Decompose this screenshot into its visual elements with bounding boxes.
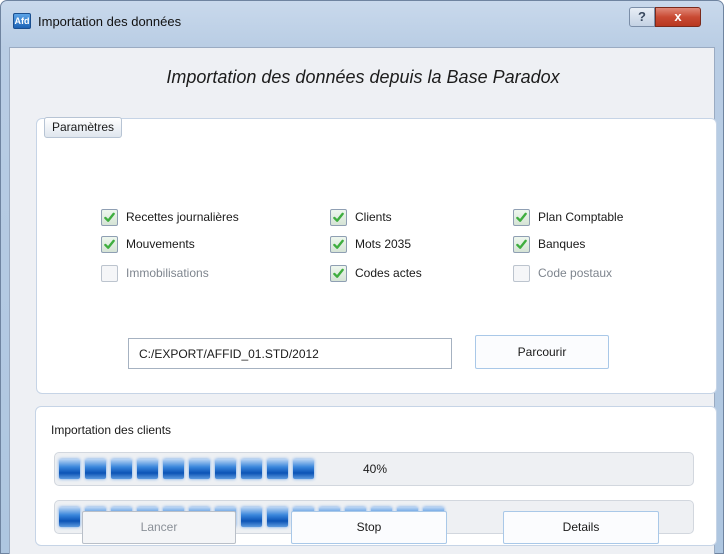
checkmark-icon (333, 212, 344, 222)
checkbox-box (101, 264, 118, 282)
checkbox-label: Clients (355, 210, 392, 224)
progress-percent: 40% (362, 462, 388, 476)
checkbox-banques[interactable]: Banques (513, 235, 585, 253)
launch-button[interactable]: Lancer (82, 511, 236, 544)
checkbox-label: Banques (538, 237, 586, 251)
checkbox-label: Mouvements (126, 237, 195, 251)
stop-button[interactable]: Stop (291, 511, 447, 544)
checkbox-code-postaux: Code postaux (513, 264, 612, 282)
page-title: Importation des données depuis la Base P… (166, 67, 560, 87)
parameters-panel: Paramètres Recettes journalières Mouveme… (36, 117, 717, 394)
checkbox-recettes-journalieres[interactable]: Recettes journalières (101, 208, 239, 226)
checkbox-label: Codes actes (355, 266, 422, 280)
path-input[interactable] (128, 338, 452, 369)
close-button[interactable]: x (655, 7, 701, 27)
checkbox-plan-comptable[interactable]: Plan Comptable (513, 208, 623, 226)
window-title: Importation des données (38, 14, 182, 29)
checkbox-label: Code postaux (538, 266, 613, 280)
checkmark-icon (104, 212, 115, 222)
checkbox-box[interactable] (330, 264, 347, 282)
checkbox-mots-2035[interactable]: Mots 2035 (330, 235, 411, 253)
checkmark-icon (333, 239, 344, 249)
checkbox-immobilisations: Immobilisations (101, 264, 209, 282)
progress-bar: 40% (54, 452, 694, 486)
checkbox-mouvements[interactable]: Mouvements (101, 235, 195, 253)
checkbox-box[interactable] (513, 208, 530, 226)
app-icon: Afd (13, 13, 31, 29)
dialog-window: Afd Importation des données ? x Importat… (0, 0, 724, 554)
details-button[interactable]: Details (503, 511, 659, 544)
progress-title: Importation des clients (51, 423, 172, 437)
checkmark-icon (516, 239, 527, 249)
browse-button[interactable]: Parcourir (475, 335, 609, 369)
checkbox-label: Plan Comptable (538, 210, 624, 224)
checkbox-clients[interactable]: Clients (330, 208, 392, 226)
parameters-legend: Paramètres (44, 117, 123, 138)
checkmark-icon (333, 268, 344, 278)
checkbox-box[interactable] (513, 235, 530, 253)
dialog-content: Importation des données depuis la Base P… (9, 47, 717, 554)
checkbox-box[interactable] (330, 208, 347, 226)
checkbox-label: Immobilisations (126, 266, 209, 280)
checkbox-box[interactable] (330, 235, 347, 253)
checkbox-box (513, 264, 530, 282)
checkbox-codes-actes[interactable]: Codes actes (330, 264, 422, 282)
checkmark-icon (104, 239, 115, 249)
checkbox-box[interactable] (101, 235, 118, 253)
checkbox-box[interactable] (101, 208, 118, 226)
checkbox-label: Recettes journalières (126, 210, 239, 224)
checkmark-icon (516, 212, 527, 222)
help-button[interactable]: ? (629, 7, 655, 27)
checkbox-label: Mots 2035 (355, 237, 412, 251)
title-bar[interactable]: Afd Importation des données ? x (1, 1, 723, 47)
